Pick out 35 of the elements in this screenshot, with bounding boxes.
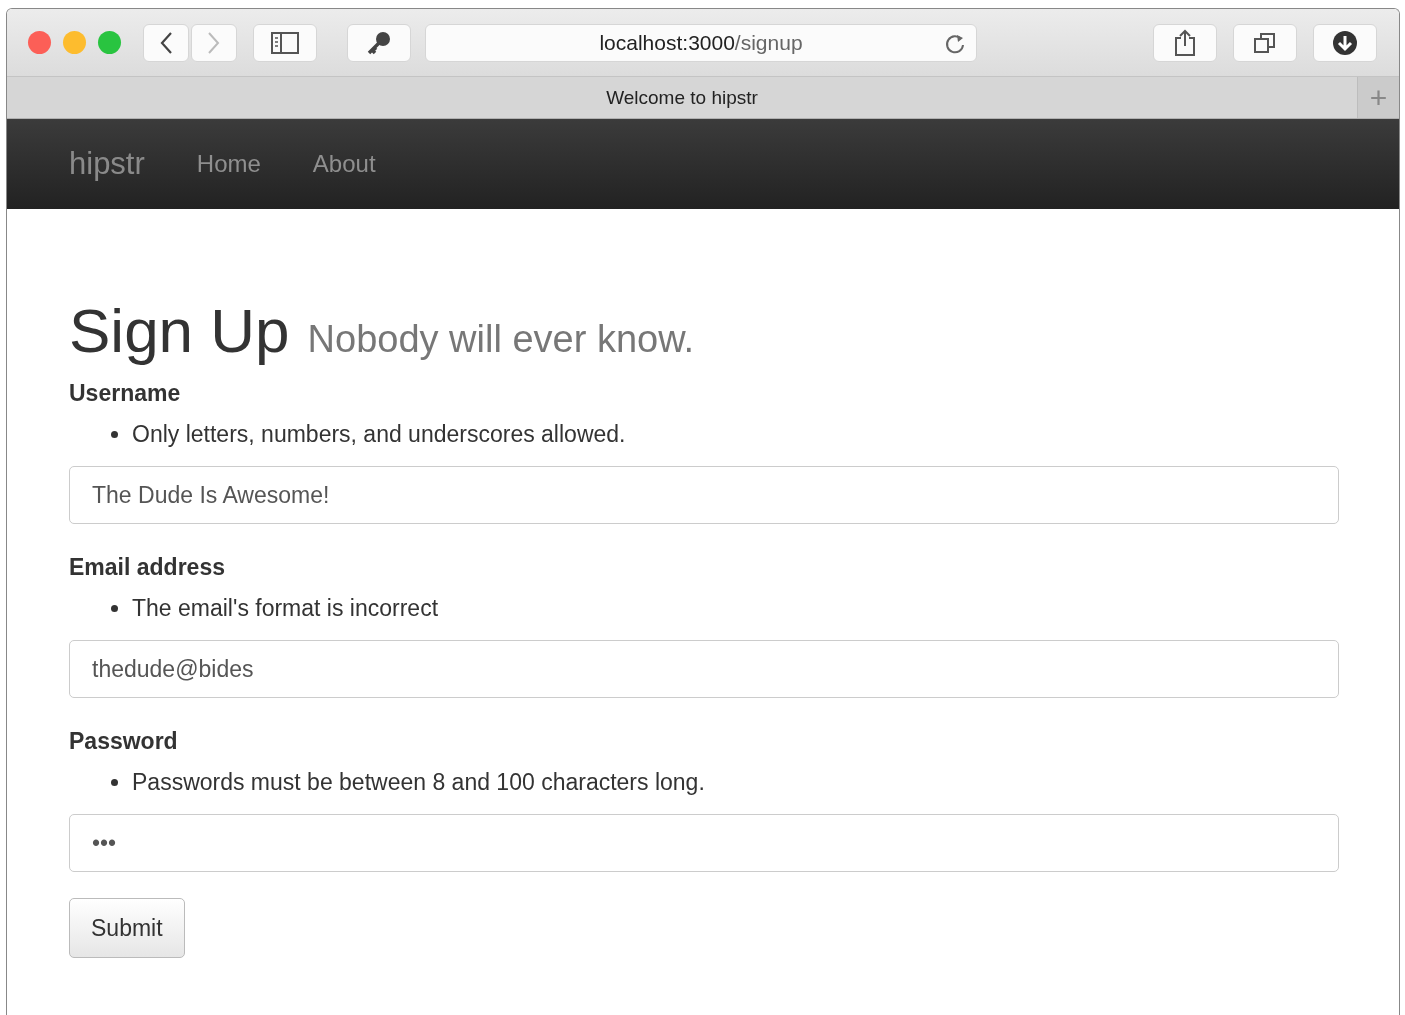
submit-button[interactable]: Submit xyxy=(69,898,185,958)
field-label: Username xyxy=(69,380,182,407)
download-button[interactable] xyxy=(1313,23,1377,62)
share-button[interactable] xyxy=(1153,23,1217,62)
input-field[interactable]: thedude@bides xyxy=(69,640,1339,698)
sidebar-button[interactable] xyxy=(253,23,317,62)
key-icon xyxy=(366,29,392,56)
back-button[interactable] xyxy=(143,23,189,62)
page-title: Sign Up xyxy=(69,295,290,366)
key-button[interactable] xyxy=(347,23,411,62)
field-label: Email address xyxy=(69,554,226,581)
sidebar-icon xyxy=(271,31,299,54)
url-text: localhost:3000/signup xyxy=(599,30,803,55)
nav-link[interactable]: About xyxy=(312,150,376,178)
input-field[interactable]: ••• xyxy=(69,814,1339,872)
bullet-icon xyxy=(111,431,118,438)
field-label: Password xyxy=(69,728,179,755)
input-field[interactable]: The Dude Is Awesome! xyxy=(69,466,1339,524)
page-subtitle: Nobody will ever know. xyxy=(307,318,695,361)
tab-title[interactable]: Welcome to hipstr xyxy=(7,86,1357,109)
brand-link[interactable]: hipstr xyxy=(69,146,145,182)
tabs-icon xyxy=(1253,30,1277,55)
share-icon xyxy=(1174,28,1196,57)
error-message: Passwords must be between 8 and 100 characters long. xyxy=(132,769,705,796)
error-message: Only letters, numbers, and underscores allowed. xyxy=(132,421,626,448)
tabs-button[interactable] xyxy=(1233,23,1297,62)
error-message: The email's format is incorrect xyxy=(132,595,439,622)
forward-icon xyxy=(207,30,221,55)
nav-link[interactable]: Home xyxy=(196,150,261,178)
bullet-icon xyxy=(111,779,118,786)
reload-icon[interactable] xyxy=(944,32,966,55)
bullet-icon xyxy=(111,605,118,612)
back-icon xyxy=(159,30,173,55)
download-icon xyxy=(1332,29,1358,56)
address-bar[interactable]: localhost:3000/signup xyxy=(425,23,977,62)
